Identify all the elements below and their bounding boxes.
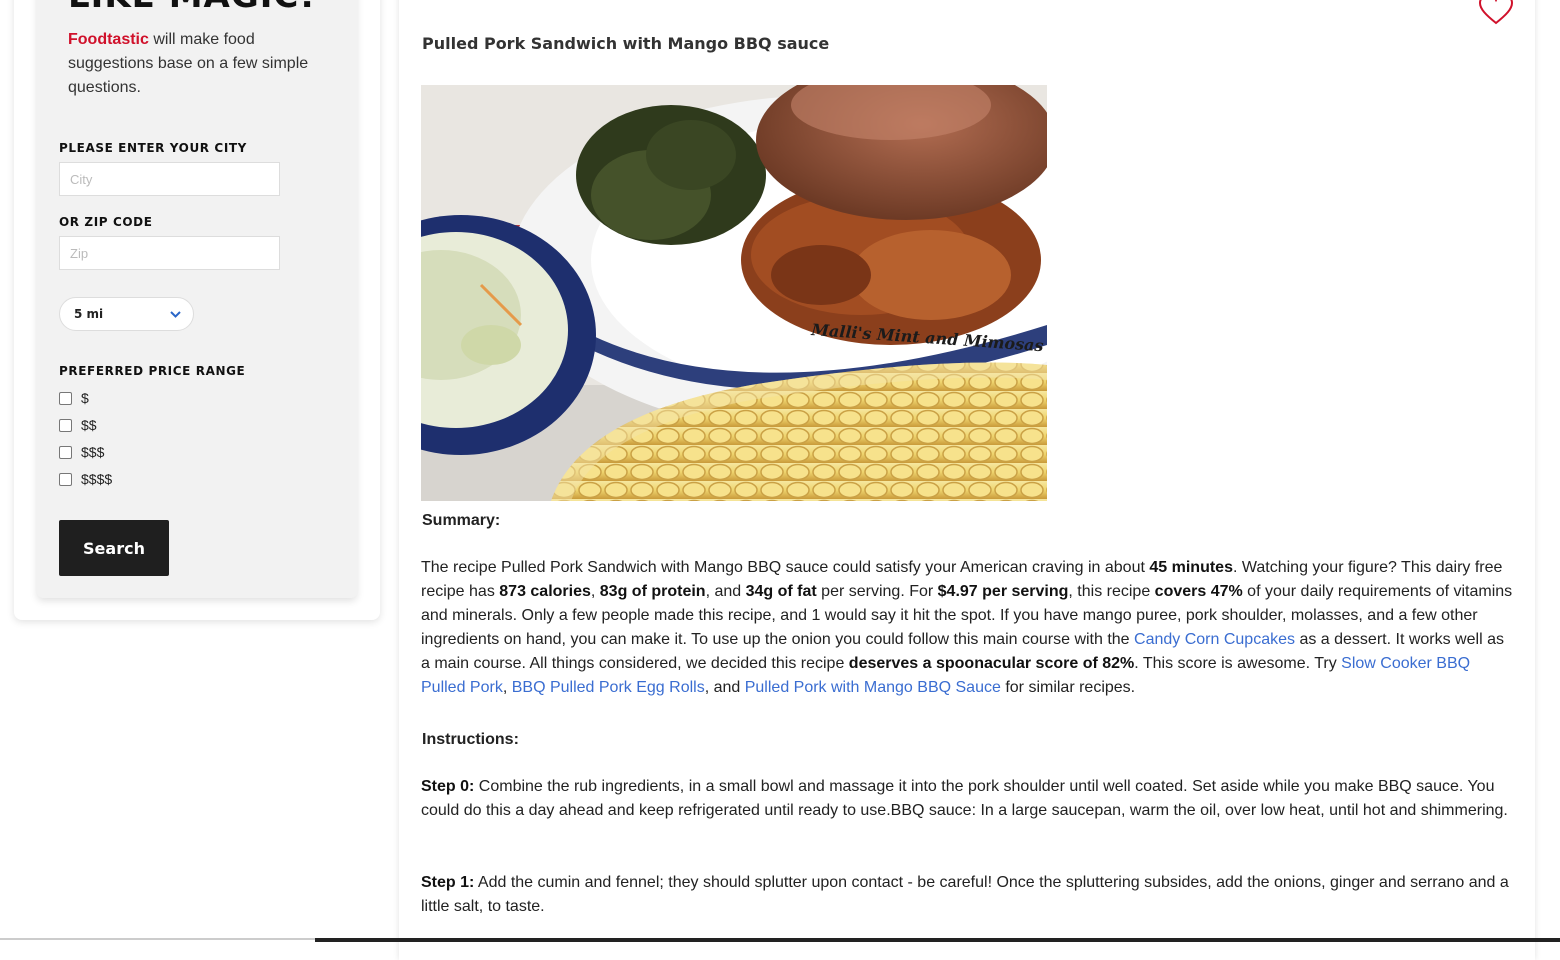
zip-label: OR ZIP CODE xyxy=(59,215,153,229)
step-text: Combine the rub ingredients, in a small … xyxy=(421,778,1508,819)
summary-label: Summary: xyxy=(422,512,501,529)
price-option-2[interactable]: $$ xyxy=(59,417,97,433)
heart-icon[interactable] xyxy=(1478,0,1514,26)
city-input[interactable] xyxy=(59,162,280,196)
price-checkbox[interactable] xyxy=(59,418,72,432)
step-label: Step 0: xyxy=(421,778,475,795)
link-pulled-pork-mango-bbq[interactable]: Pulled Pork with Mango BBQ Sauce xyxy=(745,679,1001,696)
price-checkbox[interactable] xyxy=(59,391,72,405)
sidebar-heading: LIKE MAGIC! xyxy=(68,0,316,16)
price-option-3[interactable]: $$$ xyxy=(59,444,104,460)
summary-text: The recipe Pulled Pork Sandwich with Man… xyxy=(421,559,1513,696)
zip-input[interactable] xyxy=(59,236,280,270)
link-candy-corn-cupcakes[interactable]: Candy Corn Cupcakes xyxy=(1134,631,1295,648)
horizontal-scrollbar[interactable] xyxy=(315,938,1560,942)
city-label: PLEASE ENTER YOUR CITY xyxy=(59,141,247,155)
intro-text: Foodtastic will make food suggestions ba… xyxy=(68,28,338,100)
price-option-4[interactable]: $$$$ xyxy=(59,471,112,487)
chevron-down-icon xyxy=(170,307,181,321)
search-button[interactable]: Search xyxy=(59,520,169,576)
distance-value: 5 mi xyxy=(74,307,104,321)
step-text: Add the cumin and fennel; they should sp… xyxy=(421,874,1509,915)
step-label: Step 1: xyxy=(421,874,475,891)
brand-name: Foodtastic xyxy=(68,31,149,48)
price-option-label: $$ xyxy=(81,417,97,433)
instructions-label: Instructions: xyxy=(422,731,519,748)
link-bbq-pulled-pork-egg-rolls[interactable]: BBQ Pulled Pork Egg Rolls xyxy=(512,679,705,696)
recipe-title: Pulled Pork Sandwich with Mango BBQ sauc… xyxy=(422,34,830,53)
price-checkbox[interactable] xyxy=(59,472,72,486)
instruction-step-0: Step 0: Combine the rub ingredients, in … xyxy=(421,775,1513,823)
distance-select[interactable]: 5 mi xyxy=(59,297,194,331)
price-checkbox[interactable] xyxy=(59,445,72,459)
price-option-label: $ xyxy=(81,390,89,406)
price-option-1[interactable]: $ xyxy=(59,390,89,406)
price-option-label: $$$$ xyxy=(81,471,113,487)
price-range-label: PREFERRED PRICE RANGE xyxy=(59,364,246,378)
price-option-label: $$$ xyxy=(81,444,105,460)
instruction-step-1: Step 1: Add the cumin and fennel; they s… xyxy=(421,871,1513,919)
recipe-photo: Malli's Mint and Mimosas xyxy=(421,85,1047,501)
